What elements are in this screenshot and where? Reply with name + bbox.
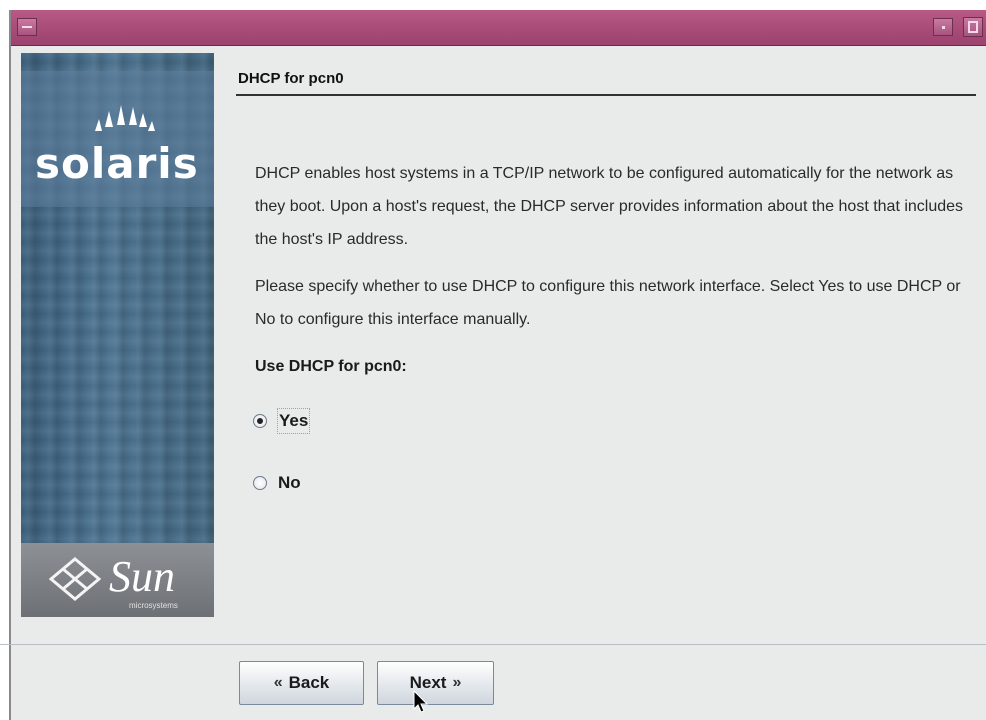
solaris-logo-text: solaris (35, 139, 199, 188)
back-button-label: Back (288, 673, 330, 692)
radio-option-no[interactable]: No (253, 471, 302, 495)
maximize-button[interactable] (963, 17, 983, 37)
double-chevron-right-icon: » (452, 674, 462, 691)
sun-logo-icon (49, 557, 101, 601)
radio-button-no[interactable] (253, 476, 267, 490)
title-divider (236, 94, 976, 96)
instruction-paragraph: Please specify whether to use DHCP to co… (255, 278, 961, 328)
minimize-button[interactable] (933, 18, 953, 36)
maximize-icon (968, 21, 978, 33)
solaris-sun-rays-icon (95, 105, 155, 131)
radio-option-yes[interactable]: Yes (253, 408, 311, 434)
microsystems-text: microsystems (129, 601, 178, 610)
window-menu-button[interactable] (17, 18, 37, 36)
double-chevron-left-icon: « (273, 674, 283, 691)
radio-label-yes[interactable]: Yes (277, 408, 311, 434)
sun-logo-block: Sun microsystems (21, 543, 214, 617)
solaris-side-panel: solaris Sun microsystems (21, 53, 214, 617)
page-title: DHCP for pcn0 (238, 70, 344, 87)
back-button[interactable]: « Back (239, 661, 364, 705)
minimize-icon (942, 26, 945, 29)
radio-button-yes[interactable] (253, 414, 267, 428)
dhcp-question: Use DHCP for pcn0: (255, 358, 407, 375)
title-bar[interactable] (11, 10, 986, 46)
description-paragraph: DHCP enables host systems in a TCP/IP ne… (255, 165, 964, 248)
mouse-pointer-icon (413, 690, 429, 713)
footer-divider (0, 644, 986, 645)
menu-icon (22, 26, 32, 28)
sun-logo-text: Sun (109, 552, 175, 601)
radio-label-no[interactable]: No (277, 471, 302, 495)
next-button[interactable]: Next » (377, 661, 494, 705)
